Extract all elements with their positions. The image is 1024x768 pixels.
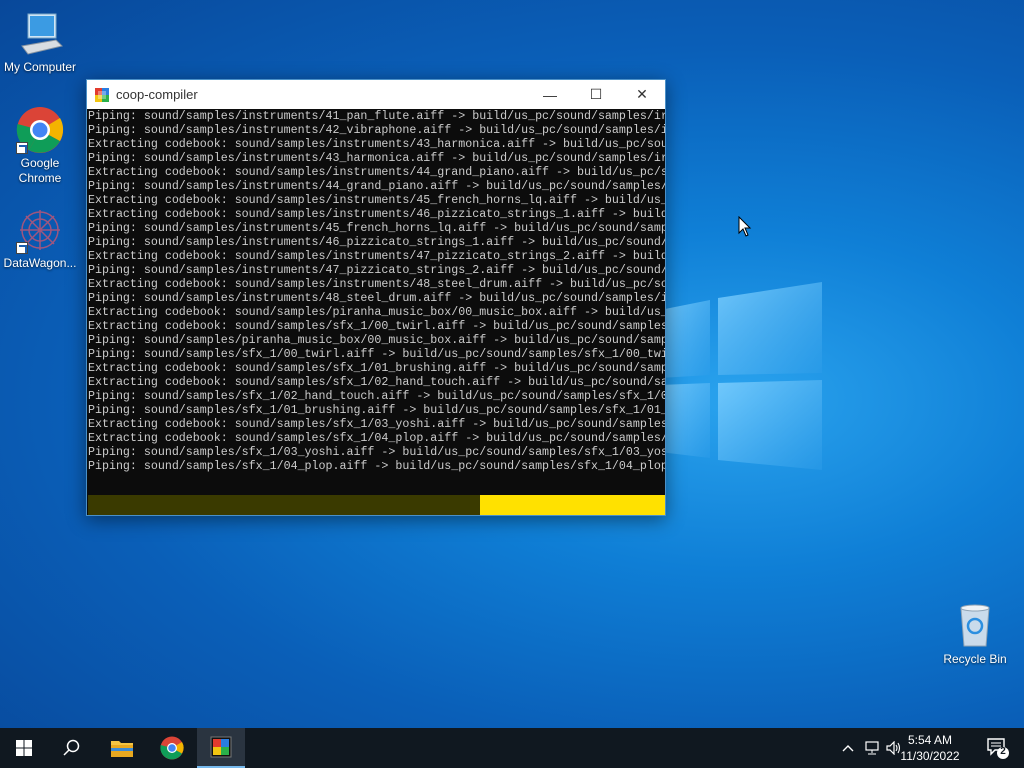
desktop-icon-google-chrome[interactable]: Google Chrome [0,106,80,186]
close-button[interactable]: ✕ [619,80,665,109]
console-line: Piping: sound/samples/sfx_1/00_twirl.aif… [88,348,665,361]
console-line: Extracting codebook: sound/samples/sfx_1… [88,432,665,445]
shortcut-arrow-icon [16,242,28,254]
console-line: Extracting codebook: sound/samples/sfx_1… [88,320,665,333]
console-line: Piping: sound/samples/piranha_music_box/… [88,334,665,347]
clock[interactable]: 5:54 AM 11/30/2022 [890,732,970,764]
desktop-icon-datawagon[interactable]: DataWagon... [0,206,80,271]
network-icon[interactable] [862,738,882,758]
console-line: Extracting codebook: sound/samples/piran… [88,306,665,319]
taskbar: 5:54 AM 11/30/2022 2 [0,728,1024,768]
console-line: Extracting codebook: sound/samples/sfx_1… [88,418,665,431]
search-icon [63,739,80,756]
console-line: Piping: sound/samples/sfx_1/01_brushing.… [88,404,665,417]
console-line: Piping: sound/samples/instruments/41_pan… [88,110,665,123]
desktop-icon-my-computer[interactable]: My Computer [0,10,80,75]
minimize-button[interactable]: — [527,80,573,109]
clock-date: 11/30/2022 [900,749,960,763]
datawagon-icon [16,206,64,254]
chrome-icon [16,106,64,154]
desktop-icon-label: Recycle Bin [943,652,1007,666]
maximize-button[interactable]: ☐ [573,80,619,109]
console-line: Extracting codebook: sound/samples/sfx_1… [88,376,665,389]
taskbar-chrome[interactable] [148,728,196,768]
console-line: Extracting codebook: sound/samples/instr… [88,278,665,291]
console-line: Piping: sound/samples/instruments/47_piz… [88,264,665,277]
console-line: Piping: sound/samples/sfx_1/04_plop.aiff… [88,460,665,473]
console-line: Piping: sound/samples/sfx_1/02_hand_touc… [88,390,665,403]
app-icon [95,87,109,102]
console-line: Piping: sound/samples/instruments/43_har… [88,152,665,165]
chrome-icon [160,736,184,760]
window-title: coop-compiler [116,87,198,102]
file-explorer-icon [111,741,133,757]
desktop-icon-label: My Computer [3,60,77,74]
search-button[interactable] [48,728,96,768]
mouse-cursor-icon [738,216,752,237]
computer-icon [16,10,64,58]
console-line: Piping: sound/samples/instruments/46_piz… [88,236,665,249]
start-button[interactable] [0,728,48,768]
console-line: Piping: sound/samples/instruments/48_ste… [88,292,665,305]
console-line: Extracting codebook: sound/samples/sfx_1… [88,362,665,375]
taskbar-coop-compiler[interactable] [197,728,245,768]
title-bar[interactable]: coop-compiler — ☐ ✕ [87,80,665,109]
notification-count-badge: 2 [1000,746,1006,757]
recycle-bin-icon [951,602,999,650]
progress-fill [480,495,665,515]
console-line: Extracting codebook: sound/samples/instr… [88,250,665,263]
console-line: Extracting codebook: sound/samples/instr… [88,166,665,179]
taskbar-file-explorer[interactable] [98,728,146,768]
console-line: Piping: sound/samples/sfx_1/03_yoshi.aif… [88,446,665,459]
notification-center-button[interactable]: 2 [986,736,1010,760]
chevron-up-icon[interactable] [838,738,858,758]
coop-compiler-window[interactable]: coop-compiler — ☐ ✕ Piping: sound/sample… [86,79,666,516]
console-line: Extracting codebook: sound/samples/instr… [88,138,665,151]
desktop-icon-label: DataWagon... [3,256,77,270]
console-line: Piping: sound/samples/instruments/42_vib… [88,124,665,137]
clock-time: 5:54 AM [907,733,953,747]
console-line: Extracting codebook: sound/samples/instr… [88,208,665,221]
console-line: Extracting codebook: sound/samples/instr… [88,194,665,207]
console-output[interactable]: Piping: sound/samples/instruments/41_pan… [87,109,665,494]
shortcut-arrow-icon [16,142,28,154]
windows-logo-icon [16,740,32,756]
system-tray: 5:54 AM 11/30/2022 2 [824,728,1024,768]
desktop-icon-recycle-bin[interactable]: Recycle Bin [935,602,1015,667]
progress-bar [88,495,665,515]
console-line: Piping: sound/samples/instruments/45_fre… [88,222,665,235]
console-line: Piping: sound/samples/instruments/44_gra… [88,180,665,193]
coop-compiler-icon [210,736,232,758]
desktop-icon-label: Google Chrome [18,156,62,185]
